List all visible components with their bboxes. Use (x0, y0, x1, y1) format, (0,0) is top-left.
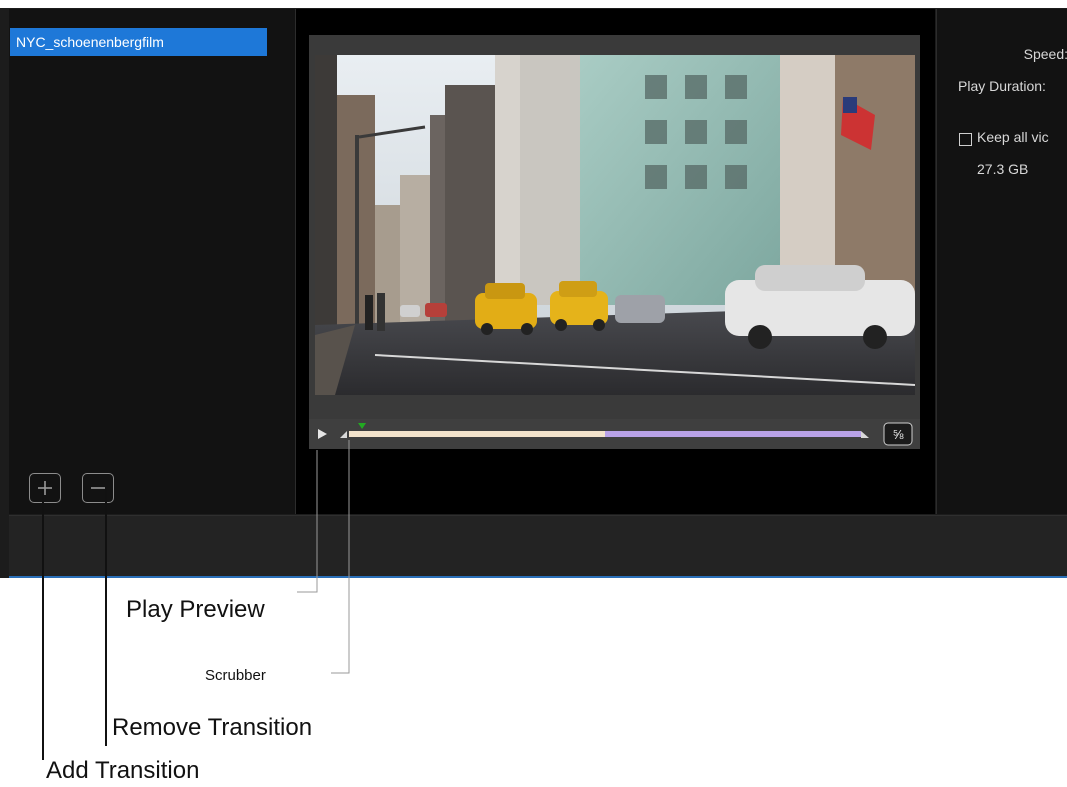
play-preview-callout-line (297, 450, 318, 593)
callout-lines (42, 440, 350, 760)
add-transition-annotation: Add Transition (46, 757, 200, 784)
play-preview-annotation: Play Preview (126, 596, 265, 623)
scrubber-annotation: Scrubber (205, 667, 266, 684)
scrubber-callout-line (331, 440, 350, 674)
remove-transition-annotation: Remove Transition (112, 714, 313, 741)
